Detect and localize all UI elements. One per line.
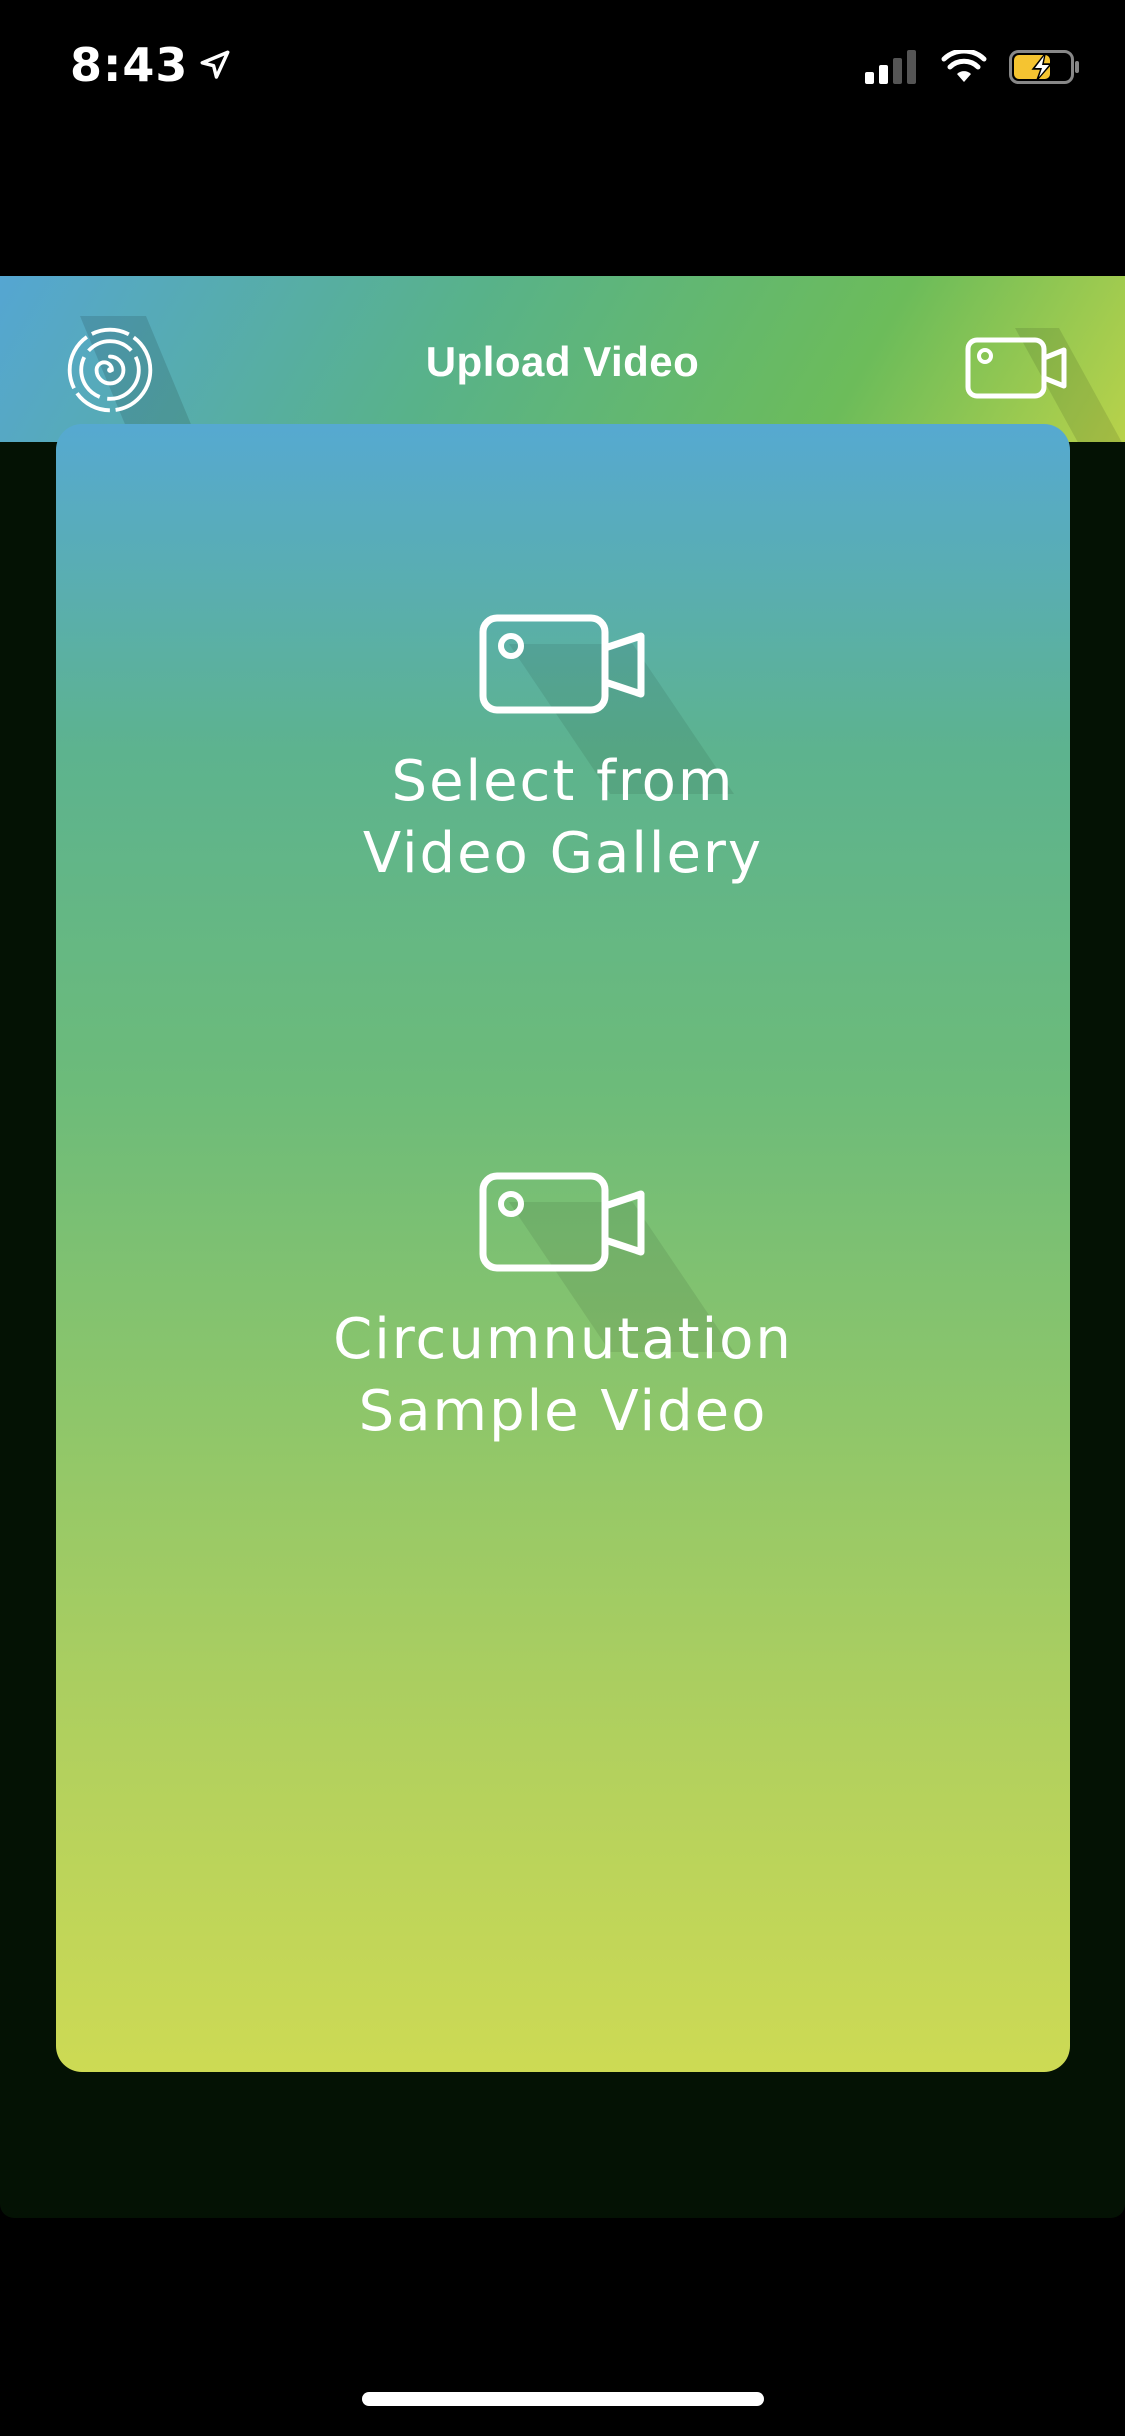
app-header: Upload Video: [0, 276, 1125, 442]
status-time: 8:43: [70, 38, 189, 92]
upload-options-card: Select from Video Gallery Circumnutation…: [56, 424, 1070, 2072]
sample-video-button[interactable]: Circumnutation Sample Video: [56, 1172, 1070, 1532]
video-camera-icon[interactable]: [965, 336, 1069, 400]
wifi-icon: [941, 50, 987, 82]
video-camera-icon: [479, 1172, 645, 1272]
status-time-group: 8:43: [70, 38, 232, 92]
select-from-gallery-button[interactable]: Select from Video Gallery: [56, 614, 1070, 974]
select-from-gallery-label: Select from Video Gallery: [362, 749, 764, 886]
page-title: Upload Video: [425, 338, 700, 385]
home-indicator[interactable]: [362, 2392, 764, 2406]
battery-charging-icon: [1009, 50, 1079, 84]
location-arrow-icon: [200, 50, 230, 79]
status-icons: [865, 50, 1081, 84]
sample-video-label: Circumnutation Sample Video: [333, 1307, 793, 1444]
video-camera-icon: [479, 614, 645, 714]
cellular-signal-icon: [865, 50, 916, 84]
status-bar: 8:43: [0, 0, 1125, 140]
